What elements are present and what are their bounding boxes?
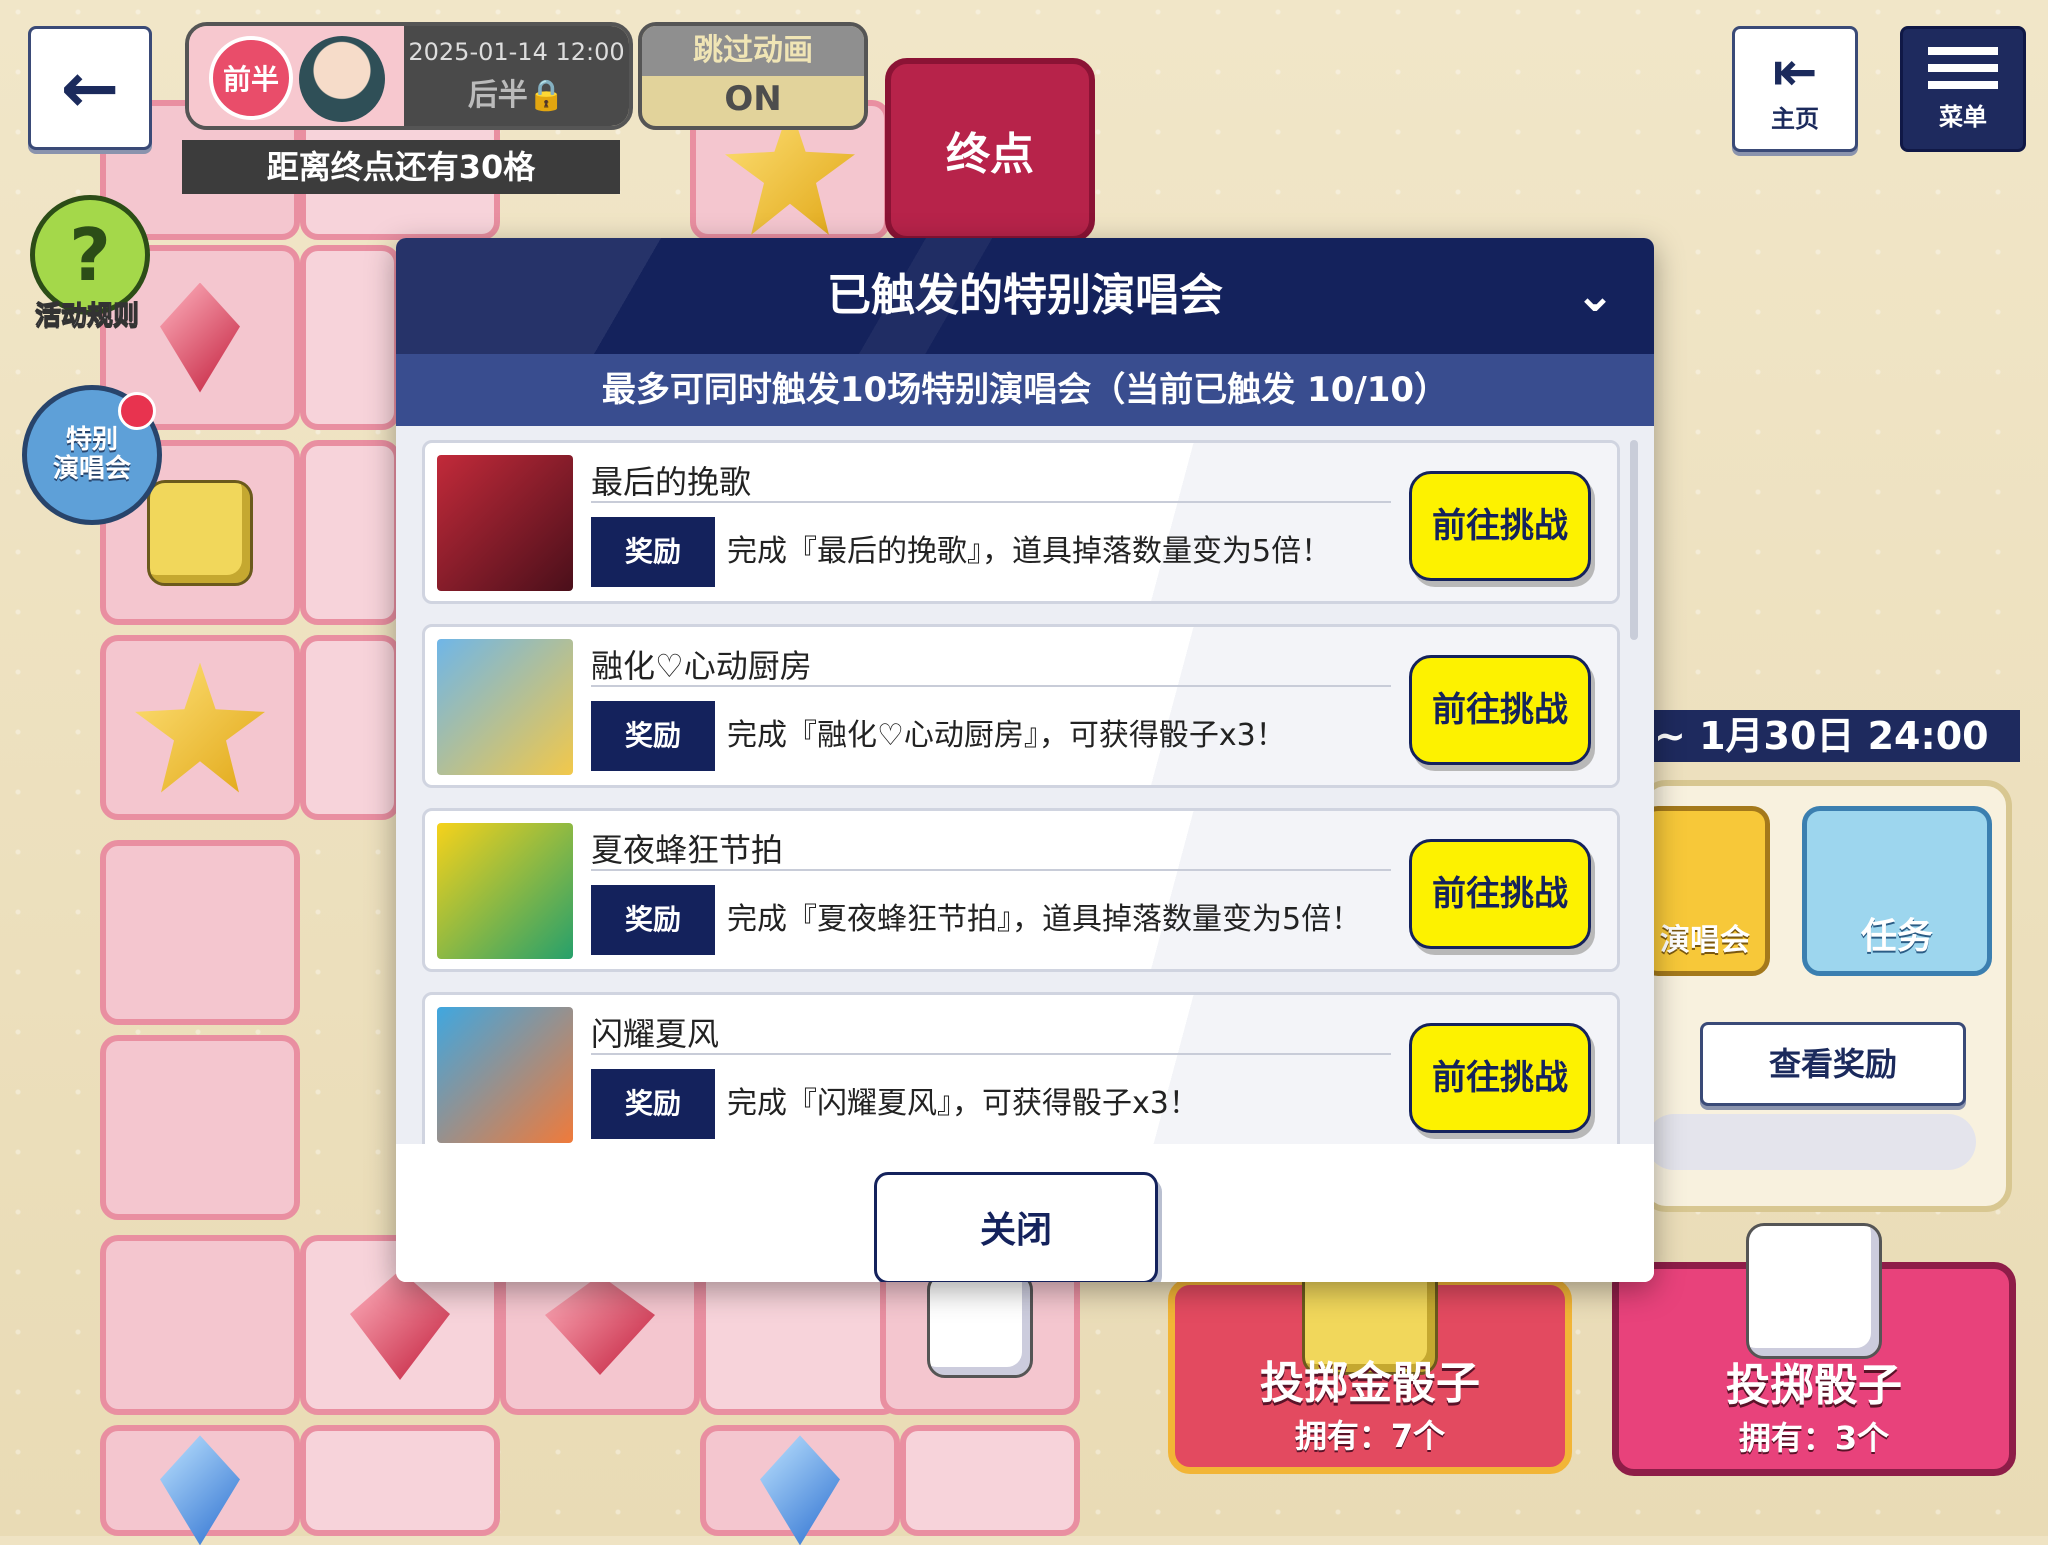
concert-name: 闪耀夏风 — [591, 1015, 720, 1053]
concert-name: 夏夜蜂狂节拍 — [591, 831, 784, 869]
scrollbar[interactable] — [1630, 440, 1638, 640]
concert-name: 融化♡心动厨房 — [591, 647, 812, 685]
go-challenge-button[interactable]: 前往挑战 — [1409, 1023, 1591, 1133]
list-item: 夏夜蜂狂节拍 奖励 完成『夏夜蜂狂节拍』，道具掉落数量变为5倍！ 前往挑战 — [422, 808, 1620, 972]
reward-tag: 奖励 — [591, 1069, 715, 1139]
modal-title: 已触发的特别演唱会 — [827, 270, 1223, 321]
divider — [591, 501, 1391, 503]
reward-tag: 奖励 — [591, 885, 715, 955]
go-challenge-button[interactable]: 前往挑战 — [1409, 655, 1591, 765]
divider — [591, 685, 1391, 687]
reward-description: 完成『最后的挽歌』，道具掉落数量变为5倍！ — [727, 534, 1332, 569]
list-item: 最后的挽歌 奖励 完成『最后的挽歌』，道具掉落数量变为5倍！ 前往挑战 — [422, 440, 1620, 604]
list-item: 融化♡心动厨房 奖励 完成『融化♡心动厨房』，可获得骰子x3！ 前往挑战 — [422, 624, 1620, 788]
reward-tag: 奖励 — [591, 701, 715, 771]
concert-thumbnail — [437, 1007, 573, 1143]
reward-description: 完成『夏夜蜂狂节拍』，道具掉落数量变为5倍！ — [727, 902, 1362, 937]
special-concert-modal: 已触发的特别演唱会 ⌄ 最多可同时触发10场特别演唱会（当前已触发 10/10）… — [396, 238, 1654, 1282]
go-challenge-button[interactable]: 前往挑战 — [1409, 839, 1591, 949]
list-item: 闪耀夏风 奖励 完成『闪耀夏风』，可获得骰子x3！ 前往挑战 — [422, 992, 1620, 1144]
concert-name: 最后的挽歌 — [591, 463, 752, 501]
reward-description: 完成『闪耀夏风』，可获得骰子x3！ — [727, 1086, 1199, 1121]
modal-header: 已触发的特别演唱会 ⌄ — [396, 238, 1654, 354]
close-button[interactable]: 关闭 — [874, 1172, 1158, 1282]
chevron-down-icon[interactable]: ⌄ — [1570, 270, 1620, 320]
divider — [591, 1053, 1391, 1055]
divider — [591, 869, 1391, 871]
concert-thumbnail — [437, 455, 573, 591]
concert-thumbnail — [437, 823, 573, 959]
concert-thumbnail — [437, 639, 573, 775]
modal-footer: 关闭 — [396, 1144, 1654, 1282]
modal-subtitle: 最多可同时触发10场特别演唱会（当前已触发 10/10） — [396, 354, 1654, 426]
go-challenge-button[interactable]: 前往挑战 — [1409, 471, 1591, 581]
concert-list[interactable]: 最后的挽歌 奖励 完成『最后的挽歌』，道具掉落数量变为5倍！ 前往挑战 融化♡心… — [396, 426, 1654, 1144]
reward-description: 完成『融化♡心动厨房』，可获得骰子x3！ — [727, 718, 1286, 753]
reward-tag: 奖励 — [591, 517, 715, 587]
